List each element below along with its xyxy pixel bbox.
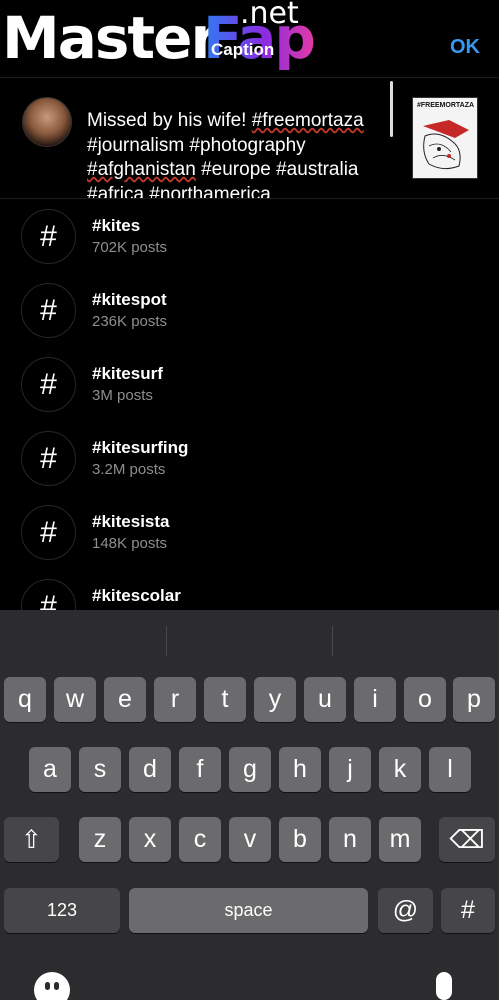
emoji-icon[interactable] — [34, 972, 70, 1000]
list-item[interactable]: # #kites 702K posts — [0, 200, 499, 274]
avatar — [22, 97, 72, 147]
key-s[interactable]: s — [79, 747, 121, 792]
predictive-text-bar[interactable] — [0, 610, 499, 664]
key-z[interactable]: z — [79, 817, 121, 862]
ok-button[interactable]: OK — [450, 36, 480, 59]
list-item[interactable]: # #kitesurfing 3.2M posts — [0, 422, 499, 496]
on-screen-keyboard: q w e r t y u i o p a s d f g h j k l ⇧ … — [0, 610, 499, 1000]
key-n[interactable]: n — [329, 817, 371, 862]
post-thumbnail: #FREEMORTAZA — [412, 97, 478, 179]
keyboard-bottom-bar — [0, 970, 499, 1000]
caption-input[interactable]: Missed by his wife! #freemortaza #journa… — [87, 109, 392, 198]
hashtag-icon: # — [21, 357, 76, 412]
hashtag-post-count: 3.2M posts — [92, 461, 166, 478]
hashtag-suggestion-list: # #kites 702K posts # #kitespot 236K pos… — [0, 200, 499, 610]
key-d[interactable]: d — [129, 747, 171, 792]
hashtag-name: #kitesurfing — [92, 438, 189, 457]
hashtag-post-count: 3M posts — [92, 387, 153, 404]
numbers-key[interactable]: 123 — [4, 888, 120, 933]
hashtag-post-count: 148K posts — [92, 535, 168, 552]
hashtag-icon: # — [21, 283, 76, 338]
key-t[interactable]: t — [204, 677, 246, 722]
hashtag-icon: # — [21, 209, 76, 264]
caption-editor[interactable]: Missed by his wife! #freemortaza #journa… — [0, 79, 499, 199]
key-w[interactable]: w — [54, 677, 96, 722]
key-h[interactable]: h — [279, 747, 321, 792]
misspelled-tag: #afghanistan — [87, 159, 196, 180]
scroll-indicator — [390, 81, 393, 137]
key-r[interactable]: r — [154, 677, 196, 722]
key-p[interactable]: p — [453, 677, 495, 722]
hashtag-name: #kitesista — [92, 512, 170, 531]
key-v[interactable]: v — [229, 817, 271, 862]
delete-key[interactable]: ⌫ — [439, 817, 495, 862]
hashtag-icon: # — [21, 505, 76, 560]
list-item[interactable]: # #kitescolar — [0, 570, 499, 610]
space-key[interactable]: space — [129, 888, 368, 933]
hashtag-name: #kites — [92, 216, 141, 235]
key-b[interactable]: b — [279, 817, 321, 862]
hashtag-name: #kitespot — [92, 290, 167, 309]
hashtag-icon: # — [21, 431, 76, 486]
key-q[interactable]: q — [4, 677, 46, 722]
key-c[interactable]: c — [179, 817, 221, 862]
key-i[interactable]: i — [354, 677, 396, 722]
shift-key[interactable]: ⇧ — [4, 817, 59, 862]
hashtag-icon: # — [21, 579, 76, 610]
key-x[interactable]: x — [129, 817, 171, 862]
divider — [332, 626, 333, 656]
hashtag-post-count: 702K posts — [92, 239, 168, 256]
key-u[interactable]: u — [304, 677, 346, 722]
key-a[interactable]: a — [29, 747, 71, 792]
key-j[interactable]: j — [329, 747, 371, 792]
misspelled-tag: #freemortaza — [251, 110, 364, 131]
hashtag-name: #kitesurf — [92, 364, 163, 383]
key-k[interactable]: k — [379, 747, 421, 792]
at-key[interactable]: @ — [378, 888, 433, 933]
list-item[interactable]: # #kitesista 148K posts — [0, 496, 499, 570]
key-l[interactable]: l — [429, 747, 471, 792]
key-m[interactable]: m — [379, 817, 421, 862]
key-f[interactable]: f — [179, 747, 221, 792]
thumbnail-illustration — [423, 120, 469, 170]
microphone-icon[interactable] — [436, 972, 452, 1000]
list-item[interactable]: # #kitespot 236K posts — [0, 274, 499, 348]
divider — [166, 626, 167, 656]
page-title: Caption — [211, 40, 275, 59]
key-o[interactable]: o — [404, 677, 446, 722]
key-y[interactable]: y — [254, 677, 296, 722]
hash-key[interactable]: # — [441, 888, 495, 933]
hashtag-post-count: 236K posts — [92, 313, 168, 330]
hashtag-name: #kitescolar — [92, 586, 181, 605]
list-item[interactable]: # #kitesurf 3M posts — [0, 348, 499, 422]
watermark-master: Master — [2, 4, 219, 72]
watermark-net: .net — [240, 0, 299, 31]
thumbnail-title: #FREEMORTAZA — [417, 102, 475, 109]
key-g[interactable]: g — [229, 747, 271, 792]
key-e[interactable]: e — [104, 677, 146, 722]
header-bar: Master Fap .net Caption OK — [0, 0, 499, 78]
